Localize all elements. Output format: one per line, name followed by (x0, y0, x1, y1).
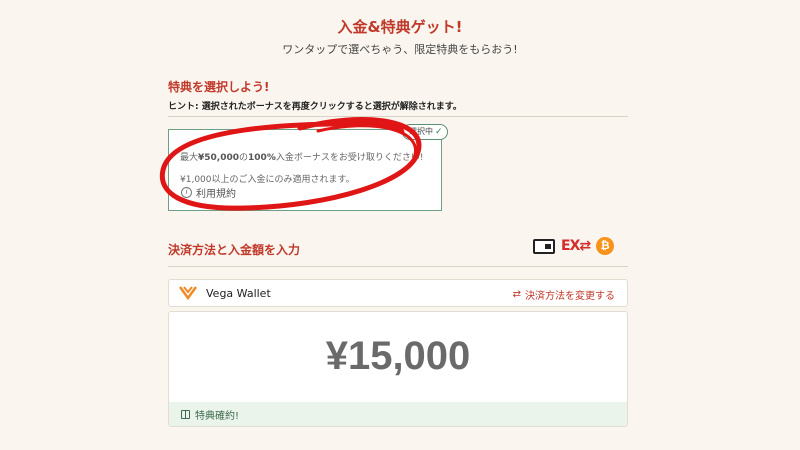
bonus-desc-suffix: 入金ボーナスをお受け取りください! (275, 153, 424, 163)
bonus-description: 最大¥50,000の100%入金ボーナスをお受け取りください! (180, 150, 423, 163)
amount-input[interactable]: ¥15,000 (169, 334, 627, 379)
bonus-confirmed-label: 特典確約! (195, 410, 240, 422)
bitcoin-icon: ₿ (596, 237, 615, 255)
swap-icon: ⇄ (512, 289, 521, 300)
amount-card: ¥15,000 特典確約! (168, 311, 628, 427)
payment-section-heading: 決済方法と入金額を入力 (168, 243, 301, 257)
wallet-name: Vega Wallet (206, 287, 271, 300)
bonus-desc-mid: の (239, 153, 249, 163)
bonus-confirmed-bar: 特典確約! (169, 402, 627, 426)
bonus-condition: ¥1,000以上のご入金にのみ適用されます。 (180, 175, 355, 185)
wallet-row: Vega Wallet ⇄ 決済方法を変更する (168, 279, 628, 307)
page-title: 入金&特典ゲット! (337, 18, 463, 36)
divider (168, 116, 628, 117)
selected-badge: 選択中 ✓ (402, 124, 448, 140)
terms-link[interactable]: 利用規約 (196, 185, 236, 200)
bonus-desc-amount: ¥50,000 (198, 153, 240, 163)
wallet-icon (533, 238, 555, 254)
gift-icon (181, 409, 190, 419)
vega-wallet-icon (179, 286, 197, 300)
bonus-desc-prefix: 最大 (180, 153, 199, 163)
change-method-button[interactable]: ⇄ 決済方法を変更する (513, 287, 615, 302)
divider (168, 266, 628, 267)
page-subtitle: ワンタップで選べちゃう、限定特典をもらおう! (282, 43, 518, 56)
change-method-label: 決済方法を変更する (525, 291, 615, 302)
check-icon: ✓ (435, 127, 443, 137)
bonus-desc-percent: 100% (248, 153, 276, 163)
bonus-hint: ヒント: 選択されたボーナスを再度クリックすると選択が解除されます。 (168, 102, 462, 112)
payment-icons: EX⇄ ₿ (533, 237, 615, 255)
info-icon: i (181, 187, 192, 198)
selected-badge-label: 選択中 (409, 127, 433, 136)
bonus-section-heading: 特典を選択しよう! (168, 80, 270, 94)
ex-exchange-icon: EX⇄ (561, 238, 591, 254)
terms-row[interactable]: i 利用規約 (181, 185, 236, 200)
